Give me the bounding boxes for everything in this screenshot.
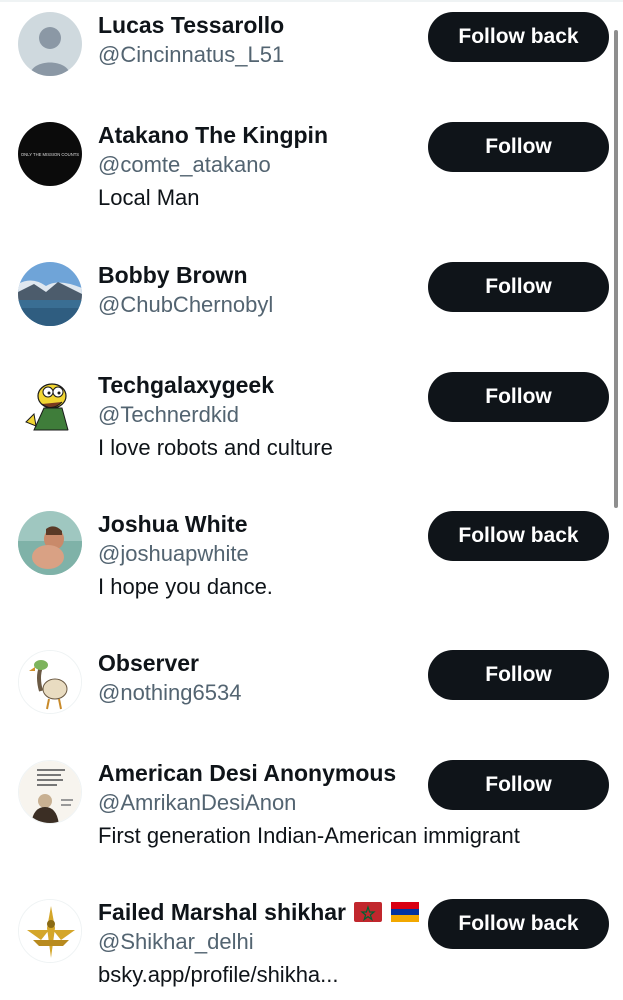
account-handle: @Shikhar_delhi bbox=[98, 929, 254, 954]
account-name-text: Failed Marshal shikhar bbox=[98, 899, 346, 925]
follower-list-page: Lucas Tessarollo @Cincinnatus_L51 Follow… bbox=[0, 0, 623, 1000]
account-name[interactable]: American Desi Anonymous bbox=[98, 760, 396, 786]
follow-button[interactable]: Follow bbox=[428, 650, 609, 700]
cartoon-character-avatar[interactable] bbox=[18, 372, 82, 436]
follow-button[interactable]: Follow bbox=[428, 372, 609, 422]
account-handle: @Technerdkid bbox=[98, 402, 239, 427]
follow-button[interactable]: Follow bbox=[428, 760, 609, 810]
account-name[interactable]: Observer bbox=[98, 650, 199, 676]
follow-button[interactable]: Follow bbox=[428, 262, 609, 312]
account-bio: I hope you dance. bbox=[98, 574, 273, 599]
account-handle: @nothing6534 bbox=[98, 680, 242, 705]
mountain-lake-avatar[interactable] bbox=[18, 262, 82, 326]
avatar-banner-text: ONLY THE MISSION COUNTS bbox=[21, 152, 79, 157]
account-handle: @comte_atakano bbox=[98, 152, 271, 177]
quote-portrait-avatar[interactable] bbox=[18, 760, 82, 824]
account-bio-link[interactable]: bsky.app/profile/shikha... bbox=[98, 962, 339, 988]
follow-button[interactable]: Follow bbox=[428, 122, 609, 172]
follow-back-button[interactable]: Follow back bbox=[428, 12, 609, 62]
account-bio: Local Man bbox=[98, 185, 200, 210]
account-name[interactable]: Joshua White bbox=[98, 511, 248, 537]
top-divider bbox=[0, 0, 623, 2]
follow-back-button[interactable]: Follow back bbox=[428, 511, 609, 561]
morocco-flag-icon bbox=[354, 901, 383, 927]
scrollbar[interactable] bbox=[614, 30, 618, 508]
account-handle: @joshuapwhite bbox=[98, 541, 249, 566]
cartoon-bird-avatar[interactable] bbox=[18, 650, 82, 714]
black-banner-avatar[interactable]: ONLY THE MISSION COUNTS bbox=[18, 122, 82, 186]
gold-emblem-avatar[interactable] bbox=[18, 899, 82, 963]
account-name[interactable]: Bobby Brown bbox=[98, 262, 248, 288]
account-name[interactable]: Atakano The Kingpin bbox=[98, 122, 328, 148]
account-bio: First generation Indian-American immigra… bbox=[98, 823, 520, 848]
armenia-flag-icon bbox=[390, 901, 419, 927]
account-handle: @AmrikanDesiAnon bbox=[98, 790, 297, 815]
account-name[interactable]: Failed Marshal shikhar bbox=[98, 899, 419, 927]
account-handle: @ChubChernobyl bbox=[98, 292, 274, 317]
account-name[interactable]: Techgalaxygeek bbox=[98, 372, 274, 398]
follow-back-button[interactable]: Follow back bbox=[428, 899, 609, 949]
account-bio: I love robots and culture bbox=[98, 435, 333, 460]
beach-photo-avatar[interactable] bbox=[18, 511, 82, 575]
default-avatar-icon[interactable] bbox=[18, 12, 82, 76]
account-name[interactable]: Lucas Tessarollo bbox=[98, 12, 284, 38]
account-handle: @Cincinnatus_L51 bbox=[98, 42, 285, 67]
